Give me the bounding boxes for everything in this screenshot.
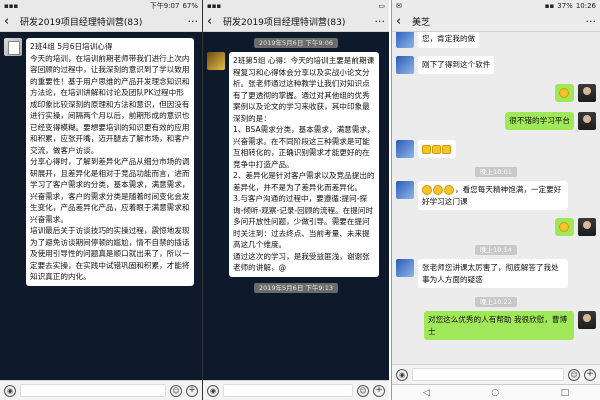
chat-title: 研发2019项目经理特训营(83) <box>20 18 143 28</box>
notification-icon: ✉ <box>396 2 402 10</box>
thumbs-up-icon <box>442 144 451 154</box>
message-bubble[interactable]: 2班4组 5月6日培训心得 今天的培训，在培训前期老师带我们进行上次内容回顾的过… <box>26 38 194 286</box>
back-icon[interactable]: ‹ <box>4 15 16 28</box>
message-row: ，看您每天精神饱满，一定要好好学习这门课 <box>392 181 600 210</box>
plus-icon[interactable]: + <box>373 384 385 397</box>
avatar[interactable] <box>396 56 414 74</box>
signal-icon: ▪▪▪ <box>207 2 222 10</box>
back-icon[interactable]: ‹ <box>396 15 408 28</box>
message-row: 您，肯定我的做 <box>392 32 600 48</box>
message-row: 对您这么优秀的人有帮助 我很欣慰，曹博士 <box>392 311 600 340</box>
message-bubble[interactable] <box>418 140 456 158</box>
status-bar: ✉ ▪▪ 37% 10:26 <box>392 0 600 12</box>
message-bubble[interactable]: 您，肯定我的做 <box>418 32 480 48</box>
input-bar: ◉ ☺ + <box>0 380 202 400</box>
avatar[interactable] <box>396 181 414 199</box>
voice-icon[interactable]: ◉ <box>207 384 219 397</box>
system-nav-bar: ◁ ○ □ <box>392 384 600 400</box>
avatar[interactable] <box>396 140 414 158</box>
chat-panel-left: ▪▪▪ 下午9:07 67% ‹ 研发2019项目经理特训营(83) ··· 2班… <box>0 0 202 400</box>
status-time: 10:26 <box>575 2 596 10</box>
battery-level: 37% <box>557 2 573 10</box>
message-row: 2班4组 5月6日培训心得 今天的培训，在培训前期老师带我们进行上次内容回顾的过… <box>0 38 202 286</box>
plus-icon[interactable]: + <box>186 384 198 397</box>
more-icon[interactable]: ··· <box>586 15 597 28</box>
status-bar: ▪▪▪ 下午9:07 67% <box>0 0 202 12</box>
timestamp: 2019年5月6日 下午9:06 <box>203 37 389 48</box>
smile-emoji-icon <box>444 185 454 195</box>
nav-recent-icon[interactable]: □ <box>561 388 570 398</box>
message-input[interactable] <box>20 384 166 397</box>
plus-icon[interactable]: + <box>584 368 596 381</box>
battery-icon: ▭ <box>378 2 385 10</box>
emoji-icon[interactable]: ☺ <box>170 384 182 397</box>
emoji-icon[interactable]: ☺ <box>568 368 580 381</box>
battery-level: 67% <box>182 2 198 10</box>
avatar[interactable] <box>578 112 596 130</box>
nav-back-icon[interactable]: ◁ <box>423 388 430 398</box>
input-bar: ◉ ☺ + <box>392 364 600 384</box>
chat-panel-middle: ▪▪▪ ▭ ‹ 研发2019项目经理特训营(83) ··· 2019年5月6日 … <box>202 0 389 400</box>
message-bubble[interactable]: 刚下了得到这个软件 <box>418 56 495 74</box>
input-bar: ◉ ☺ + <box>203 380 389 400</box>
message-input[interactable] <box>223 384 353 397</box>
chat-header: ‹ 研发2019项目经理特训营(83) ··· <box>0 12 202 32</box>
status-time: 下午9:07 <box>149 2 180 10</box>
message-row: 刚下了得到这个软件 <box>392 56 600 74</box>
signal-icon: ▪▪▪ <box>4 2 19 10</box>
message-bubble[interactable]: ，看您每天精神饱满，一定要好好学习这门课 <box>418 181 568 210</box>
smile-emoji-icon <box>559 88 569 98</box>
message-row <box>392 218 600 236</box>
message-row: 很不错的学习平台 <box>392 112 600 130</box>
thumbs-up-icon <box>422 144 431 154</box>
avatar[interactable] <box>4 38 22 56</box>
status-bar: ▪▪▪ ▭ <box>203 0 389 12</box>
message-row <box>392 84 600 102</box>
more-icon[interactable]: ··· <box>375 15 386 28</box>
avatar[interactable] <box>207 52 225 70</box>
signal-icon: ▪▪ <box>544 2 555 10</box>
more-icon[interactable]: ··· <box>188 15 199 28</box>
timestamp: 晚上10:22 <box>392 296 600 307</box>
avatar[interactable] <box>578 218 596 236</box>
nav-home-icon[interactable]: ○ <box>491 388 499 398</box>
chat-title: 研发2019项目经理特训营(83) <box>223 18 346 28</box>
message-bubble[interactable]: 对您这么优秀的人有帮助 我很欣慰，曹博士 <box>424 311 574 340</box>
message-bubble[interactable]: 张老师您讲课太厉害了，彻底解答了我处事为人方面的疑惑 <box>418 259 568 288</box>
back-icon[interactable]: ‹ <box>207 15 219 28</box>
message-input[interactable] <box>412 368 564 381</box>
chat-panel-right: ✉ ▪▪ 37% 10:26 ‹ 美芝 ··· 您，肯定我的做 刚下了得到这个软件 … <box>391 0 600 400</box>
message-row: 2班第5组 心得：今天的培训主要是前期课程复习和心得体会分享以及实战小论文分析。… <box>203 52 389 277</box>
chat-header: ‹ 研发2019项目经理特训营(83) ··· <box>203 12 389 32</box>
voice-icon[interactable]: ◉ <box>396 368 408 381</box>
timestamp: 2019年5月6日 下午9:13 <box>203 282 389 293</box>
avatar[interactable] <box>578 84 596 102</box>
smile-emoji-icon <box>422 185 432 195</box>
message-list[interactable]: 您，肯定我的做 刚下了得到这个软件 很不错的学习平台 晚上10:01 ，看您每天… <box>392 32 600 364</box>
message-bubble[interactable] <box>555 84 574 102</box>
thumbs-up-icon <box>432 144 441 154</box>
message-bubble[interactable]: 2班第5组 心得：今天的培训主要是前期课程复习和心得体会分享以及实战小论文分析。… <box>229 52 379 277</box>
timestamp: 晚上10:14 <box>392 244 600 255</box>
voice-icon[interactable]: ◉ <box>4 384 16 397</box>
smile-emoji-icon <box>559 222 569 232</box>
message-bubble[interactable] <box>555 218 574 236</box>
chat-header: ‹ 美芝 ··· <box>392 12 600 32</box>
timestamp: 晚上10:01 <box>392 166 600 177</box>
emoji-icon[interactable]: ☺ <box>357 384 369 397</box>
message-row <box>392 140 600 158</box>
avatar[interactable] <box>396 32 414 48</box>
message-bubble[interactable]: 很不错的学习平台 <box>505 112 574 130</box>
avatar[interactable] <box>396 259 414 277</box>
message-row: 张老师您讲课太厉害了，彻底解答了我处事为人方面的疑惑 <box>392 259 600 288</box>
chat-title: 美芝 <box>412 18 431 28</box>
smile-emoji-icon <box>433 185 443 195</box>
avatar[interactable] <box>578 311 596 329</box>
